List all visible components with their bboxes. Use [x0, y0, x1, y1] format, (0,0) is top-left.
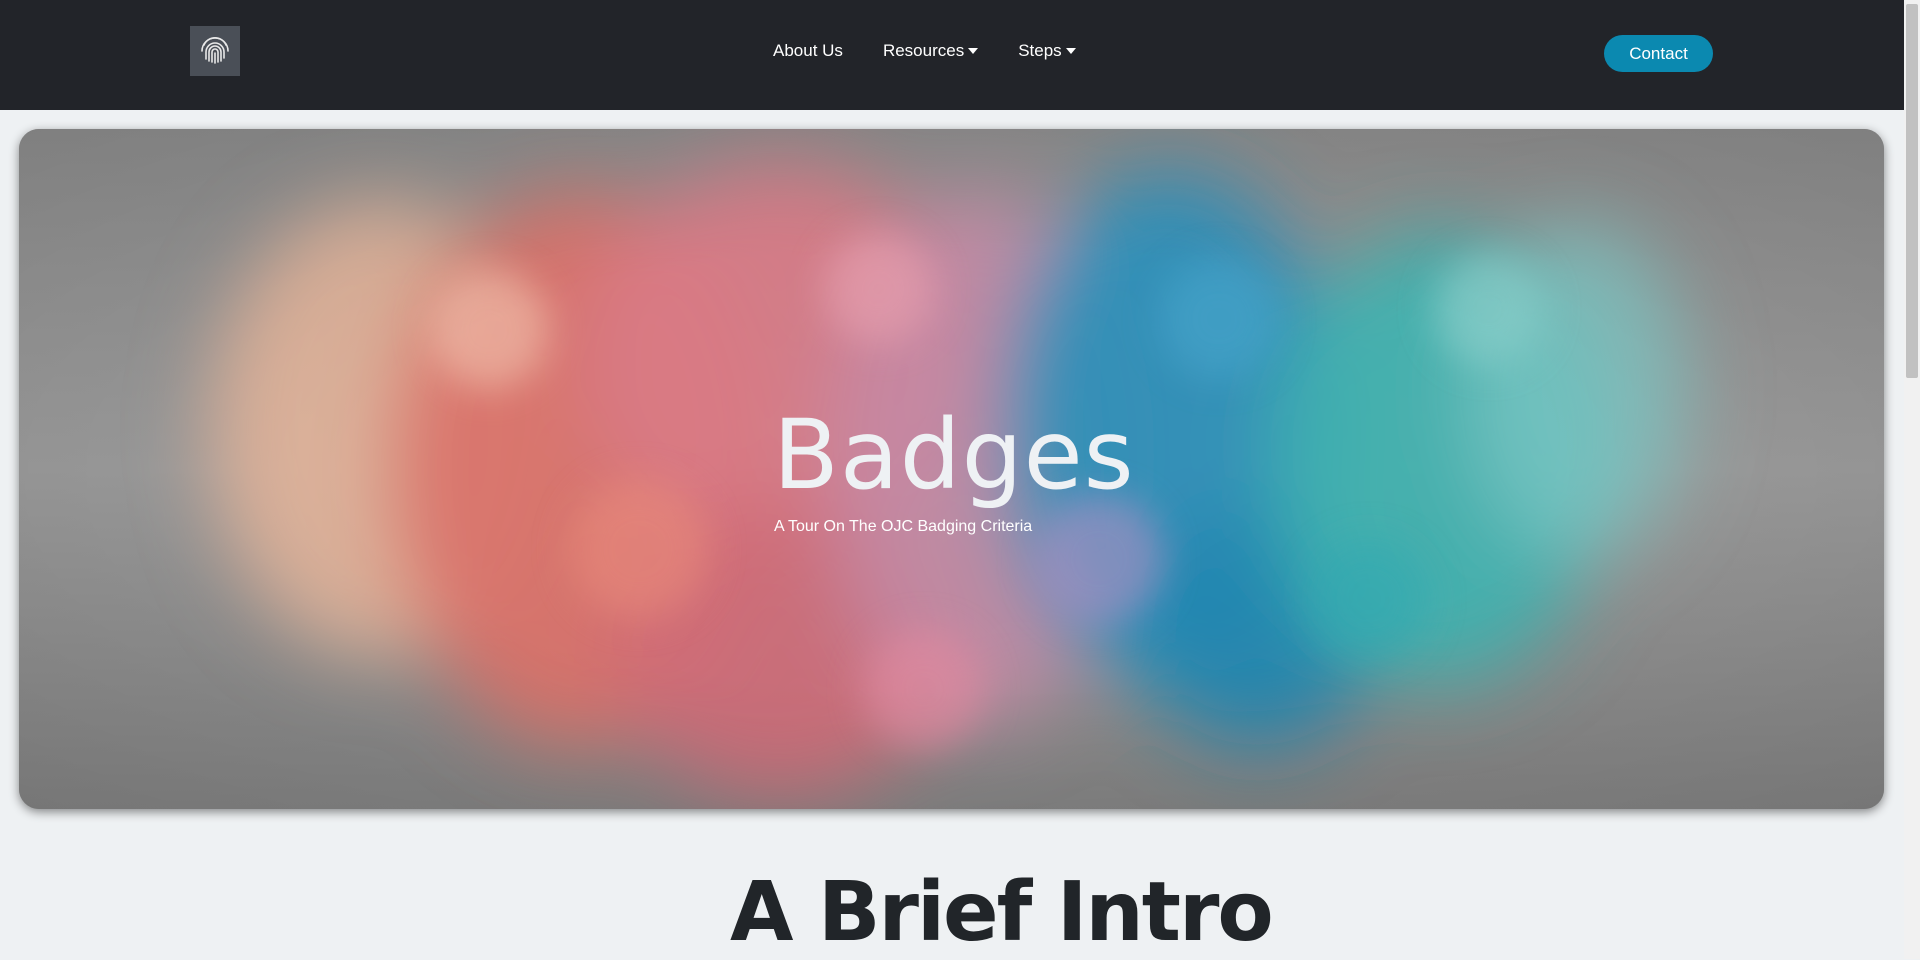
hero-banner: Badges A Tour On The OJC Badging Criteri…: [19, 129, 1884, 809]
nav-resources-label: Resources: [882, 41, 965, 60]
hero-subtitle: A Tour On The OJC Badging Criteria: [774, 518, 1033, 535]
nav-about-us[interactable]: About Us: [773, 41, 843, 61]
caret-down-icon: [1065, 48, 1076, 54]
caret-down-icon: [968, 48, 979, 54]
logo[interactable]: [190, 26, 240, 76]
hero-title: Badges: [773, 399, 1135, 511]
main-nav: About Us Resources Steps: [773, 41, 1076, 61]
nav-steps-dropdown[interactable]: Steps: [1018, 41, 1076, 61]
top-navbar: About Us Resources Steps Contact: [0, 0, 1904, 110]
fingerprint-icon: [198, 32, 232, 71]
intro-heading: A Brief Intro: [730, 865, 1274, 960]
page-scrollbar-thumb[interactable]: [1906, 4, 1918, 378]
nav-about-us-label: About Us: [773, 41, 843, 60]
nav-steps-label: Steps: [1018, 41, 1062, 60]
contact-button[interactable]: Contact: [1604, 35, 1713, 72]
nav-resources-dropdown[interactable]: Resources: [882, 41, 979, 61]
